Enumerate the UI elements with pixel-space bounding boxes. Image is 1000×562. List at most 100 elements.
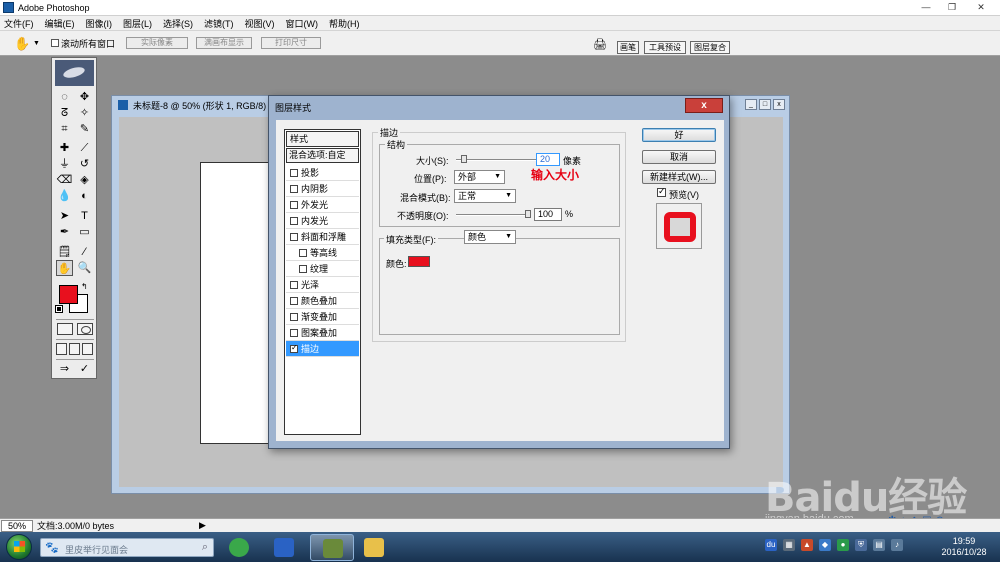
du-tray-icon[interactable]: du <box>765 539 777 551</box>
menu-edit[interactable]: 编辑(E) <box>45 17 75 30</box>
network-icon[interactable]: ▤ <box>873 539 885 551</box>
tab-tool-presets[interactable]: 工具预设 <box>644 41 686 54</box>
size-input[interactable]: 20 <box>536 153 560 166</box>
tab-layer-comps[interactable]: 图层复合 <box>690 41 730 54</box>
crop-tool-icon[interactable]: ⌗ <box>56 121 73 137</box>
tray-app-icon[interactable]: ● <box>837 539 849 551</box>
doc-maximize-icon[interactable]: □ <box>759 99 771 110</box>
status-menu-arrow-icon[interactable]: ▶ <box>199 520 206 531</box>
healing-brush-icon[interactable]: ✚ <box>56 140 73 156</box>
default-colors-icon[interactable] <box>55 305 63 313</box>
style-item-gradient-overlay[interactable]: 渐变叠加 <box>286 309 359 325</box>
quick-mask-icon[interactable] <box>77 323 93 335</box>
history-brush-icon[interactable]: ↺ <box>76 156 93 172</box>
menu-help[interactable]: 帮助(H) <box>329 17 360 30</box>
menu-view[interactable]: 视图(V) <box>245 17 275 30</box>
dodge-tool-icon[interactable]: ◐ <box>76 188 93 204</box>
taskbar-app-baidu[interactable] <box>262 534 306 561</box>
search-icon[interactable]: ⌕ <box>202 541 208 554</box>
taskbar-app-explorer[interactable] <box>352 534 396 561</box>
doc-close-icon[interactable]: x <box>773 99 785 110</box>
hand-tool-box-icon[interactable]: ✋ <box>56 260 73 276</box>
type-tool-icon[interactable]: T <box>76 208 93 224</box>
volume-icon[interactable]: ♪ <box>891 539 903 551</box>
opacity-input[interactable]: 100 <box>534 208 562 221</box>
foreground-color-swatch[interactable] <box>59 285 78 304</box>
style-checkbox[interactable] <box>290 216 298 225</box>
menu-window[interactable]: 窗口(W) <box>286 17 319 30</box>
taskbar-clock[interactable]: 19:59 2016/10/28 <box>936 536 992 558</box>
close-icon[interactable]: ✕ <box>966 1 996 14</box>
clone-stamp-icon[interactable]: ⏚ <box>56 156 73 172</box>
path-select-icon[interactable]: ➤ <box>56 208 73 224</box>
scroll-all-checkbox[interactable] <box>51 39 59 47</box>
style-item-outer-glow[interactable]: 外发光 <box>286 197 359 213</box>
style-item-bevel-emboss[interactable]: 斜面和浮雕 <box>286 229 359 245</box>
tab-brushes[interactable]: 画笔 <box>617 41 639 54</box>
start-button[interactable] <box>6 534 32 560</box>
opacity-slider[interactable] <box>456 214 531 216</box>
screen-mode-full-menu-icon[interactable] <box>69 343 80 355</box>
style-checkbox[interactable] <box>290 328 298 337</box>
eraser-tool-icon[interactable]: ⌫ <box>56 172 73 188</box>
zoom-input[interactable]: 50% <box>1 519 33 532</box>
print-size-button[interactable]: 打印尺寸 <box>261 37 321 49</box>
style-checkbox[interactable] <box>299 264 307 273</box>
style-item-satin[interactable]: 光泽 <box>286 277 359 293</box>
minimize-icon[interactable]: — <box>914 1 938 14</box>
style-item-inner-shadow[interactable]: 内阴影 <box>286 181 359 197</box>
slice-tool-icon[interactable]: ✎ <box>76 121 93 137</box>
zoom-tool-icon[interactable]: 🔍 <box>76 260 93 276</box>
menu-filter[interactable]: 滤镜(T) <box>204 17 234 30</box>
fill-type-select[interactable]: 颜色 ▼ <box>464 230 516 244</box>
style-checkbox[interactable] <box>290 184 298 193</box>
tray-app-icon[interactable]: ▦ <box>783 539 795 551</box>
menu-layer[interactable]: 图层(L) <box>123 17 152 30</box>
size-slider-thumb[interactable] <box>461 155 467 163</box>
actual-pixels-button[interactable]: 实际像素 <box>126 37 188 49</box>
position-select[interactable]: 外部 ▼ <box>454 170 505 184</box>
blur-tool-icon[interactable]: 💧 <box>56 188 73 204</box>
shape-tool-icon[interactable]: ▭ <box>76 224 93 240</box>
magic-wand-icon[interactable]: ✧ <box>76 105 93 121</box>
style-checkbox[interactable] <box>290 312 298 321</box>
preview-checkbox[interactable] <box>657 186 666 197</box>
blend-mode-select[interactable]: 正常 ▼ <box>454 189 516 203</box>
jump-to-imageready-icon[interactable]: ⇒ <box>56 361 73 377</box>
feather-logo-icon[interactable] <box>55 60 94 86</box>
blending-options-item[interactable]: 混合选项:自定 <box>286 148 359 163</box>
ok-button[interactable]: 好 <box>642 128 716 142</box>
pen-tool-icon[interactable]: ✒ <box>56 224 73 240</box>
style-checkbox[interactable] <box>290 280 298 289</box>
standard-mode-icon[interactable] <box>57 323 73 335</box>
tray-app-icon[interactable]: ▲ <box>801 539 813 551</box>
paint-bucket-icon[interactable]: ◈ <box>76 172 93 188</box>
tray-app-icon[interactable]: ◆ <box>819 539 831 551</box>
style-checkbox[interactable] <box>290 296 298 305</box>
taskbar-app-photoshop[interactable] <box>310 534 354 561</box>
move-tool-icon[interactable]: ✥ <box>76 89 93 105</box>
style-item-contour[interactable]: 等高线 <box>286 245 359 261</box>
fit-screen-button[interactable]: 满画布显示 <box>196 37 252 49</box>
swap-colors-icon[interactable]: ↰ <box>81 282 88 291</box>
taskbar-app-player[interactable] <box>217 534 261 561</box>
style-item-color-overlay[interactable]: 颜色叠加 <box>286 293 359 309</box>
tool-preset-dropdown-icon[interactable]: ▼ <box>33 40 40 47</box>
styles-header[interactable]: 样式 <box>286 131 359 147</box>
hand-tool-icon[interactable]: ✋ <box>14 36 30 52</box>
notes-tool-icon[interactable]: 🗒 <box>56 244 73 260</box>
maximize-icon[interactable]: ❐ <box>940 1 964 14</box>
style-checkbox[interactable] <box>290 200 298 209</box>
stroke-color-swatch[interactable] <box>408 256 430 267</box>
eyedropper-icon[interactable]: ⁄ <box>76 244 93 260</box>
style-item-pattern-overlay[interactable]: 图案叠加 <box>286 325 359 341</box>
brush-tool-icon[interactable]: ⟋ <box>76 140 93 156</box>
marquee-tool-icon[interactable]: ◌ <box>56 89 73 105</box>
screen-mode-full-icon[interactable] <box>82 343 93 355</box>
style-item-stroke[interactable]: 描边 <box>286 341 359 357</box>
taskbar-search[interactable]: 🐾 里皮举行见面会 ⌕ <box>40 538 214 557</box>
menu-select[interactable]: 选择(S) <box>163 17 193 30</box>
style-item-inner-glow[interactable]: 内发光 <box>286 213 359 229</box>
cancel-button[interactable]: 取消 <box>642 150 716 164</box>
dialog-close-button[interactable]: x <box>685 98 723 113</box>
